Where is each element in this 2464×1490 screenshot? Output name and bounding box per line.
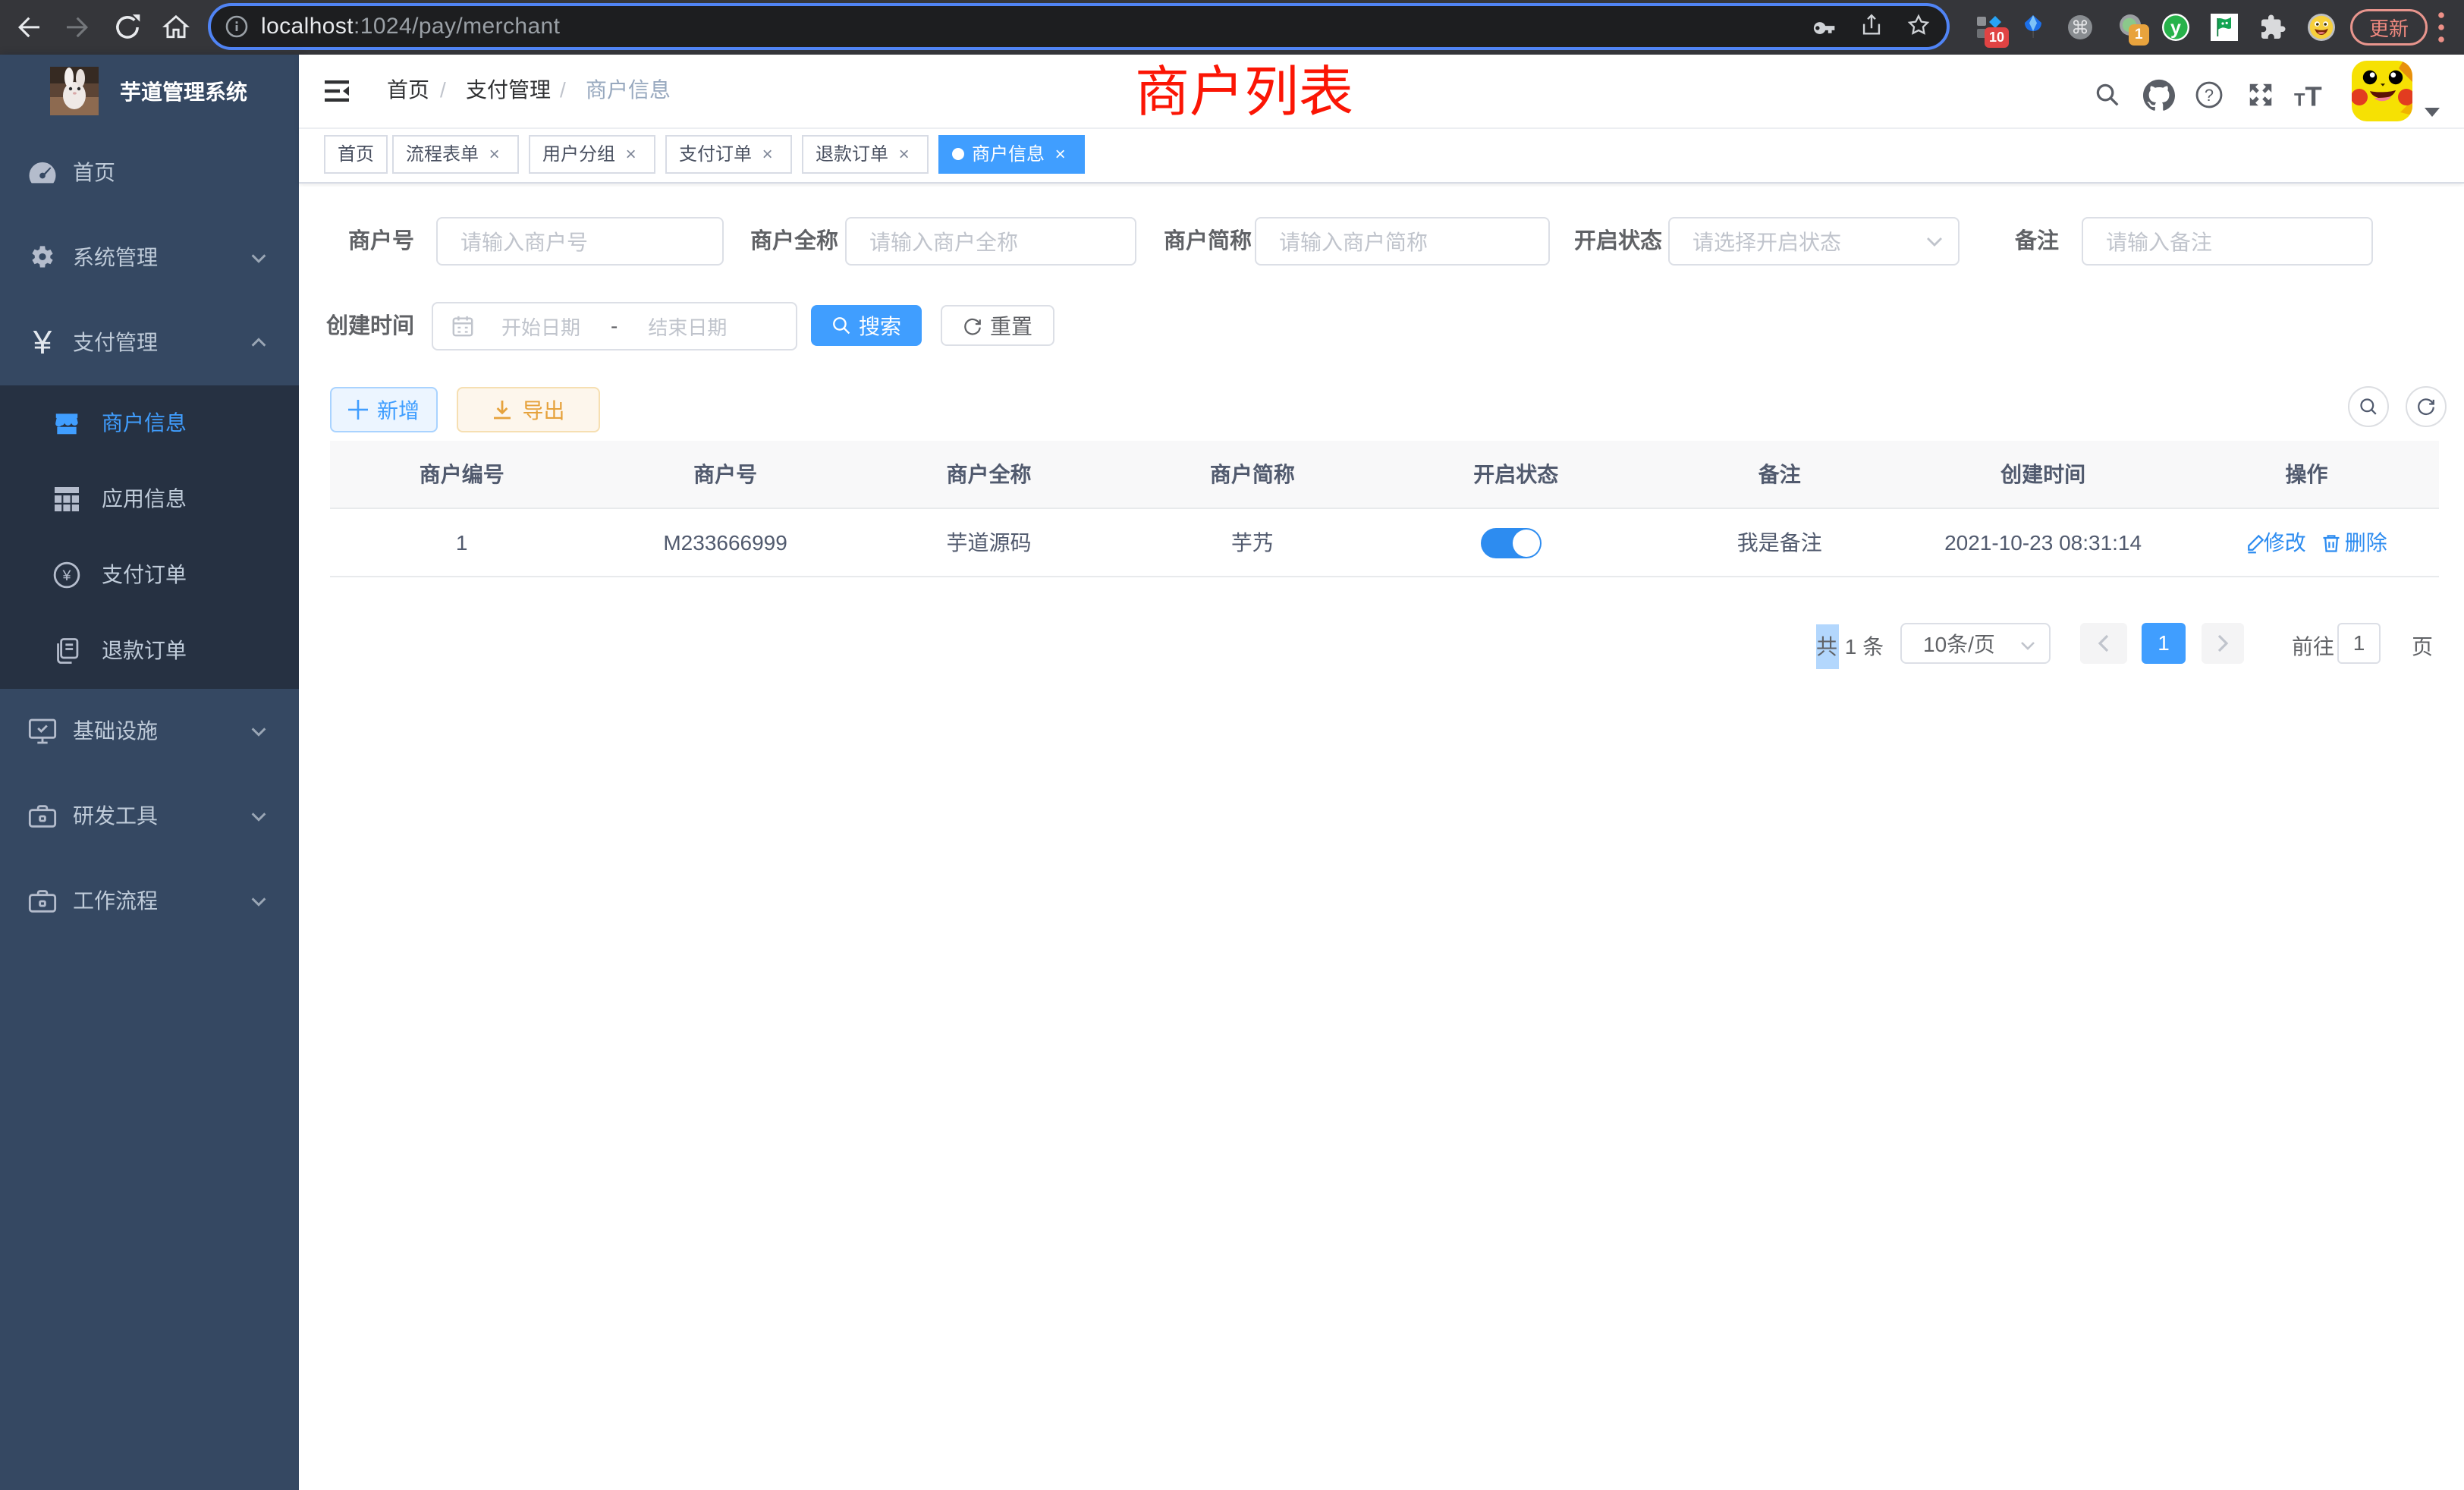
svg-text:y: y (2170, 17, 2181, 39)
svg-text:T: T (2294, 91, 2305, 110)
svg-text:¥: ¥ (61, 567, 71, 584)
svg-text:⌘: ⌘ (2071, 17, 2089, 38)
svg-text:T: T (2305, 81, 2322, 110)
svg-text:?: ? (2205, 86, 2214, 105)
